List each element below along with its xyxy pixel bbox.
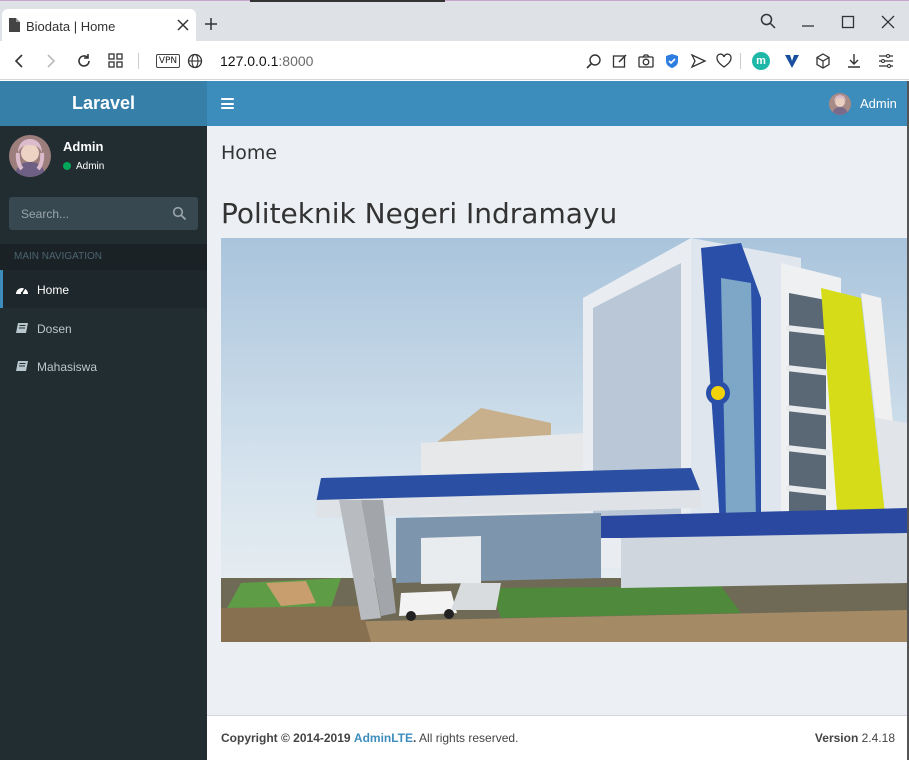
download-icon[interactable] (845, 52, 863, 70)
address-bar: VPN 127.0.0.1:8000 m (0, 41, 909, 80)
send-icon[interactable] (689, 52, 707, 70)
close-tab-icon[interactable] (176, 18, 190, 32)
top-user-name[interactable]: Admin (860, 96, 897, 111)
book-icon (16, 361, 28, 371)
user-status: Admin (63, 161, 104, 172)
zoom-search-icon[interactable] (585, 52, 603, 70)
speed-dial-icon[interactable] (107, 52, 125, 70)
url-text[interactable]: 127.0.0.1:8000 (220, 53, 313, 69)
divider (740, 53, 741, 69)
window-close-icon[interactable] (880, 14, 896, 30)
version-label: Version (814, 731, 859, 745)
reload-icon[interactable] (75, 52, 93, 70)
main-content: Home Politeknik Negeri Indramayu (207, 126, 907, 715)
search-input[interactable] (9, 197, 169, 230)
vpn-badge[interactable]: VPN (156, 54, 180, 68)
url-port: :8000 (278, 53, 314, 69)
tab-search-icon[interactable] (760, 13, 776, 29)
sidebar-item-label: Dosen (37, 322, 72, 336)
sidebar-toggle-icon[interactable] (221, 98, 234, 109)
campus-building-image (221, 238, 907, 642)
admin-app: Laravel Admin Admin Admin MAIN NAVIGATIO… (0, 81, 909, 760)
cube-icon[interactable] (814, 52, 832, 70)
dashboard-icon (16, 287, 28, 295)
copyright-suffix: All rights reserved. (416, 731, 519, 745)
document-icon (9, 18, 20, 32)
edit-icon[interactable] (611, 52, 629, 70)
extension-m-icon[interactable]: m (752, 52, 770, 70)
page-title: Politeknik Negeri Indramayu (221, 197, 618, 230)
sidebar-item-home[interactable]: Home (0, 270, 207, 308)
sidebar-item-mahasiswa[interactable]: Mahasiswa (0, 347, 207, 385)
sidebar-item-label: Mahasiswa (37, 360, 98, 374)
sidebar-user-name: Admin (63, 139, 104, 154)
adminlte-link[interactable]: AdminLTE (354, 731, 413, 745)
nav-header: MAIN NAVIGATION (0, 244, 207, 270)
shield-icon[interactable] (663, 52, 681, 70)
top-navbar: Admin (207, 81, 907, 126)
user-status-label: Admin (76, 161, 105, 172)
globe-icon[interactable] (186, 52, 204, 70)
sidebar-item-dosen[interactable]: Dosen (0, 309, 207, 347)
heart-icon[interactable] (715, 52, 733, 70)
extension-v-icon[interactable] (783, 52, 801, 70)
browser-window: { "browser": { "tab_title": "Biodata | H… (0, 0, 909, 760)
divider (138, 53, 139, 69)
footer: Copyright © 2014-2019 AdminLTE. All righ… (207, 715, 907, 760)
sidebar-item-label: Home (37, 283, 70, 297)
sidebar: Admin Admin MAIN NAVIGATION Home Dosen M… (0, 126, 207, 760)
maximize-icon[interactable] (840, 14, 856, 30)
browser-tab[interactable]: Biodata | Home (2, 9, 196, 42)
tab-strip: Biodata | Home (0, 0, 909, 42)
user-panel: Admin Admin (0, 126, 207, 191)
version-number: 2.4.18 (861, 731, 895, 745)
version-info: Version 2.4.18 (815, 731, 895, 745)
search-icon[interactable] (172, 206, 187, 221)
copyright: Copyright © 2014-2019 AdminLTE. All righ… (221, 731, 518, 745)
sidebar-avatar (9, 135, 51, 177)
page-header: Home (221, 142, 278, 164)
forward-icon[interactable] (42, 52, 60, 70)
user-avatar[interactable] (829, 93, 851, 115)
new-tab-icon[interactable] (203, 16, 219, 32)
camera-icon[interactable] (637, 52, 655, 70)
back-icon[interactable] (10, 52, 28, 70)
online-status-icon (63, 162, 71, 170)
sidebar-search (9, 197, 198, 230)
settings-sliders-icon[interactable] (877, 52, 895, 70)
copyright-prefix: Copyright © 2014-2019 (221, 731, 351, 745)
url-host: 127.0.0.1 (220, 53, 279, 69)
minimize-icon[interactable] (800, 14, 816, 30)
tab-strip-accent (250, 0, 445, 2)
app-logo[interactable]: Laravel (0, 81, 207, 126)
tab-title: Biodata | Home (26, 19, 116, 34)
book-icon (16, 323, 28, 333)
